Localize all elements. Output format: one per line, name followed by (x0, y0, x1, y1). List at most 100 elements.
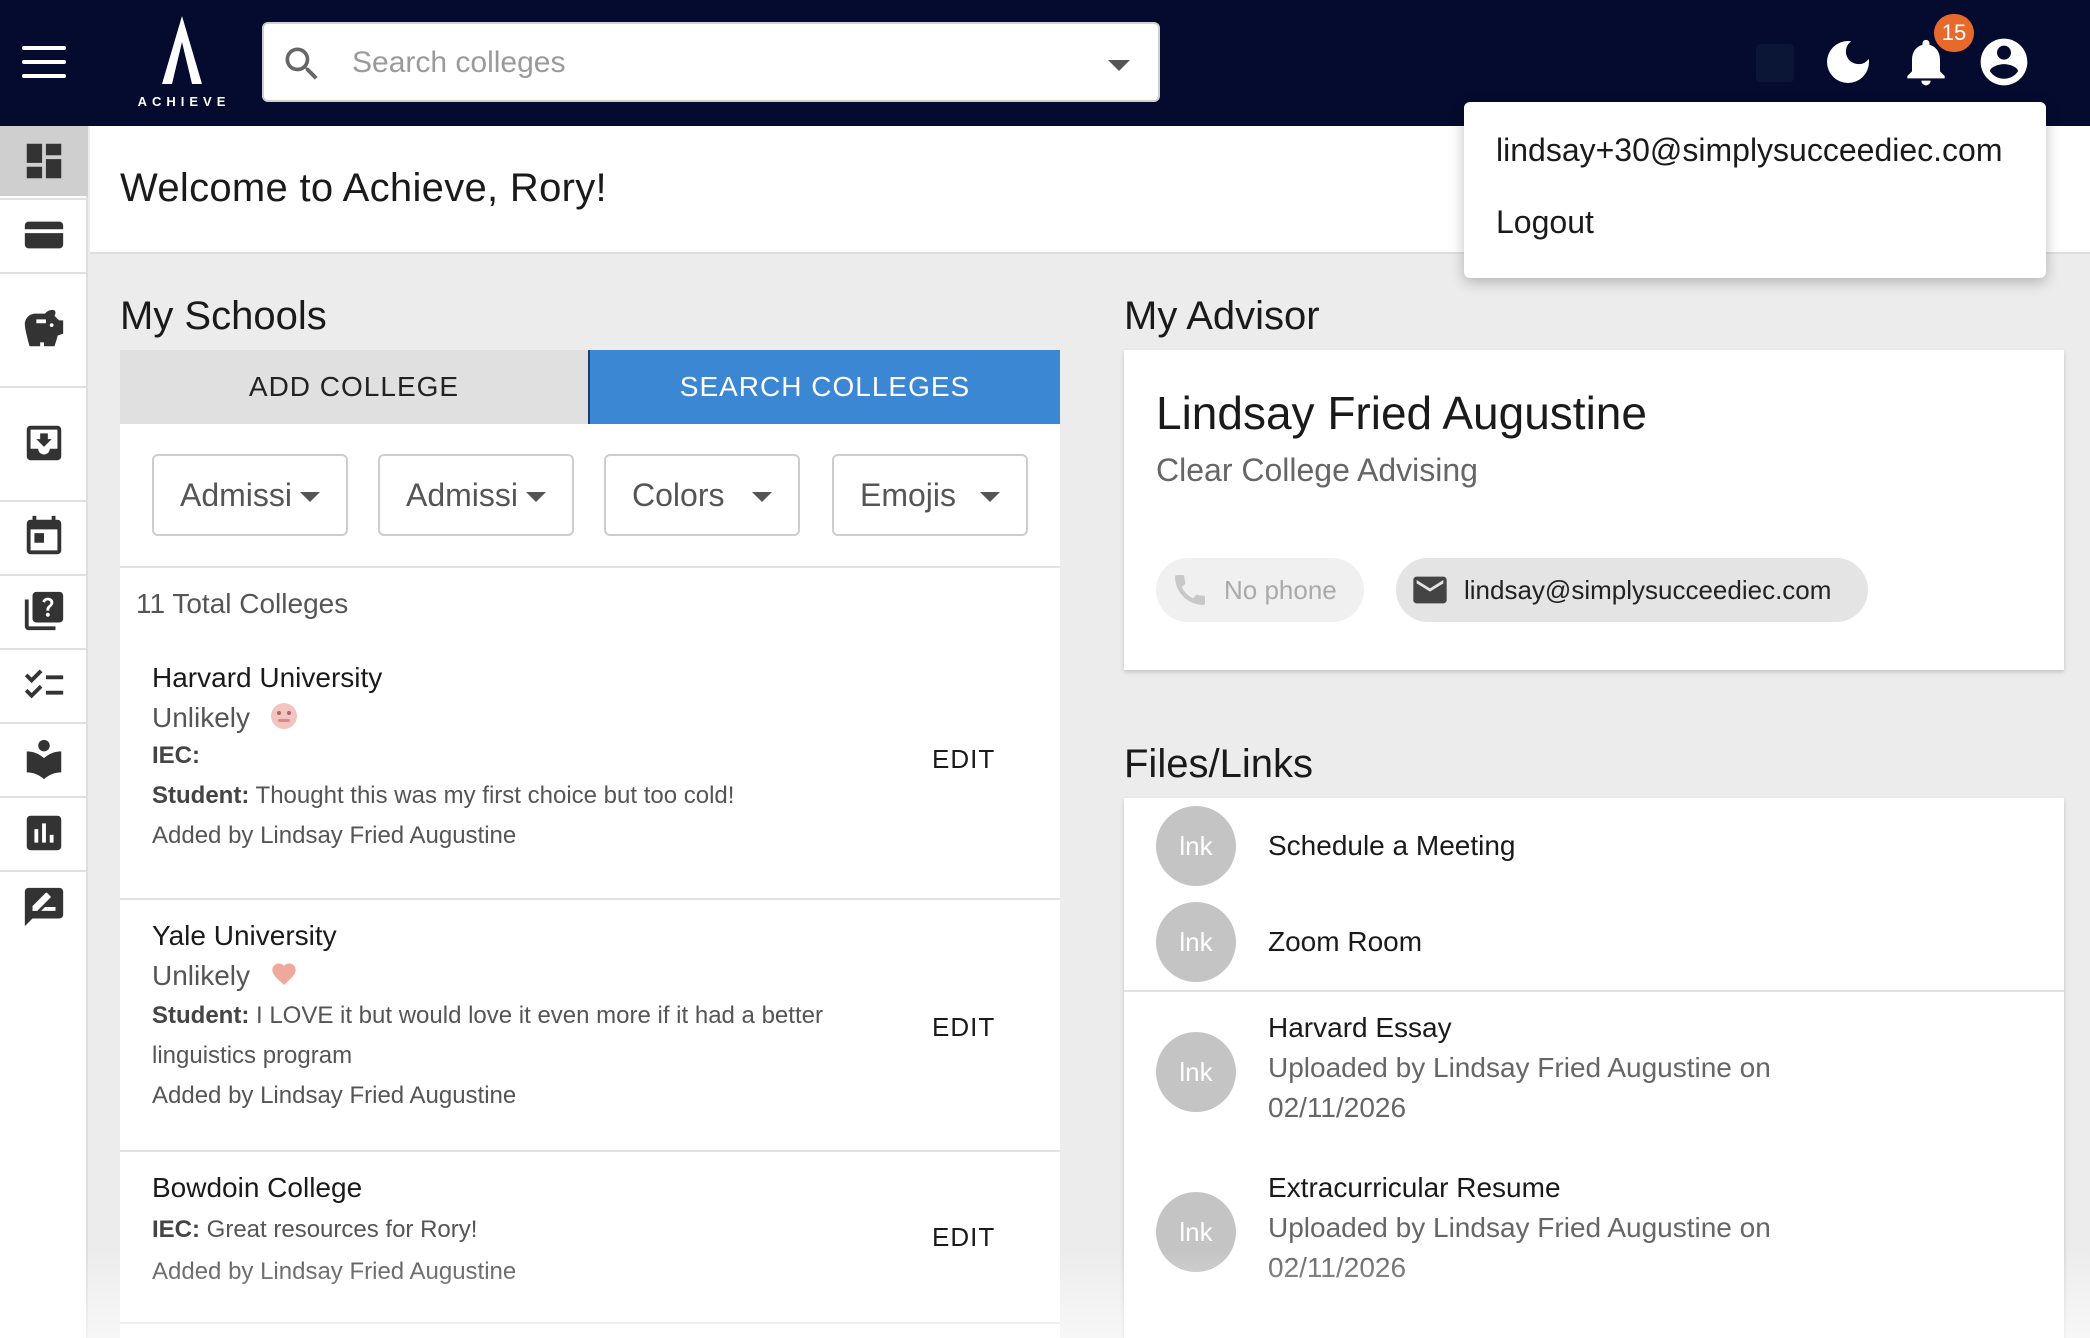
chevron-down-icon (752, 492, 772, 502)
college-name: Harvard University (152, 662, 383, 693)
edit-button[interactable]: EDIT (932, 744, 995, 775)
college-search[interactable] (262, 22, 1160, 102)
file-subtitle: Uploaded by Lindsay Fried Augustine on 0… (1268, 1212, 1771, 1283)
sidebar-item-checklist[interactable] (0, 650, 88, 720)
piggy-bank-icon (24, 309, 64, 347)
chevron-down-icon (300, 492, 320, 502)
wallet-icon (24, 221, 64, 249)
link-avatar: lnk (1156, 902, 1236, 982)
add-college-button[interactable]: ADD COLLEGE (120, 350, 588, 424)
checklist-icon (24, 669, 64, 699)
my-schools-card: ADD COLLEGE SEARCH COLLEGES Admissi Admi… (120, 350, 1060, 1338)
chevron-down-icon[interactable] (1108, 60, 1130, 71)
chevron-down-icon (526, 492, 546, 502)
calendar-icon (26, 515, 62, 555)
link-item-schedule-meeting[interactable]: lnk Schedule a Meeting (1124, 806, 2064, 886)
added-by: Added by Lindsay Fried Augustine (152, 1258, 517, 1285)
email-chip[interactable]: lindsay@simplysucceediec.com (1396, 558, 1868, 622)
link-item-zoom-room[interactable]: lnk Zoom Room (1124, 902, 2064, 982)
filter-label: Colors (632, 477, 725, 513)
sidebar-item-reading[interactable] (0, 724, 88, 794)
account-icon[interactable] (1976, 34, 2032, 90)
sidebar (0, 126, 88, 1338)
menu-icon[interactable] (22, 46, 66, 78)
file-item-harvard-essay[interactable]: lnk Harvard Essay Uploaded by Lindsay Fr… (1124, 1012, 2064, 1152)
total-colleges: 11 Total Colleges (136, 588, 349, 619)
emojis-filter[interactable]: Emojis (832, 454, 1028, 536)
admission-filter-2[interactable]: Admissi (378, 454, 574, 536)
colors-filter[interactable]: Colors (604, 454, 800, 536)
page-title: Welcome to Achieve, Rory! (120, 166, 607, 210)
advisor-organization: Clear College Advising (1156, 452, 1478, 488)
iec-label: IEC: (152, 1216, 200, 1243)
user-email-item[interactable]: lindsay+30@simplysucceediec.com (1496, 132, 2002, 169)
student-note: Student: Thought this was my first choic… (152, 776, 912, 816)
college-item-yale: Yale University Unlikely Student: I LOVE… (120, 902, 1060, 1152)
file-item-extracurricular-resume[interactable]: lnk Extracurricular Resume Uploaded by L… (1124, 1172, 2064, 1312)
college-name: Yale University (152, 920, 337, 951)
notification-badge: 15 (1934, 14, 1974, 52)
phone-icon (1175, 575, 1205, 605)
sidebar-item-feedback[interactable] (0, 872, 88, 942)
student-note: Student: I LOVE it but would love it eve… (152, 996, 912, 1076)
dark-mode-icon[interactable] (1820, 34, 1876, 90)
question-library-icon (24, 591, 64, 631)
logout-item[interactable]: Logout (1496, 204, 1594, 241)
sidebar-item-savings[interactable] (0, 294, 88, 364)
file-title: Extracurricular Resume (1268, 1172, 1561, 1203)
iec-note: IEC: (152, 736, 912, 776)
file-avatar: lnk (1156, 1032, 1236, 1112)
my-advisor-title: My Advisor (1124, 294, 1320, 338)
sidebar-item-calendar[interactable] (0, 502, 88, 572)
edit-button[interactable]: EDIT (932, 1012, 995, 1043)
file-avatar: lnk (1156, 1192, 1236, 1272)
email-icon (1413, 576, 1447, 604)
heart-icon (272, 963, 296, 985)
student-label: Student: (152, 1002, 250, 1029)
bar-chart-icon (26, 815, 62, 851)
sidebar-item-reports[interactable] (0, 798, 88, 868)
added-by: Added by Lindsay Fried Augustine (152, 822, 517, 849)
college-name: Bowdoin College (152, 1172, 363, 1203)
edit-button[interactable]: EDIT (932, 1222, 995, 1253)
added-by: Added by Lindsay Fried Augustine (152, 1082, 517, 1109)
advisor-name: Lindsay Fried Augustine (1156, 387, 1647, 439)
rate-review-icon (24, 887, 64, 927)
files-links-title: Files/Links (1124, 742, 1313, 786)
link-avatar: lnk (1156, 806, 1236, 886)
link-title: Zoom Room (1268, 926, 1423, 957)
cold-face-icon (271, 703, 297, 729)
search-colleges-button[interactable]: SEARCH COLLEGES (590, 350, 1060, 424)
iec-label: IEC: (152, 742, 200, 769)
chevron-down-icon (980, 492, 1000, 502)
toolbar-square (1756, 44, 1794, 82)
filter-label: Admissi (180, 477, 293, 513)
sidebar-item-wallet[interactable] (0, 200, 88, 270)
college-item-harvard: Harvard University Unlikely IEC: Student… (120, 640, 1060, 900)
reader-icon (26, 739, 62, 780)
dashboard-icon (26, 143, 62, 179)
inbox-icon (26, 425, 62, 461)
sidebar-item-inbox[interactable] (0, 408, 88, 478)
email-text: lindsay@simplysucceediec.com (1464, 574, 1832, 605)
admission-status: Unlikely (152, 702, 251, 733)
student-text: Thought this was my first choice but too… (249, 782, 735, 809)
phone-text: No phone (1224, 574, 1337, 605)
link-title: Schedule a Meeting (1268, 830, 1516, 861)
files-links-card: lnk Schedule a Meeting lnk Zoom Room lnk… (1124, 798, 2064, 1338)
my-schools-title: My Schools (120, 294, 327, 338)
admission-status: Unlikely (152, 960, 251, 991)
sidebar-item-dashboard[interactable] (0, 126, 88, 196)
student-label: Student: (152, 782, 250, 809)
sidebar-item-questions[interactable] (0, 576, 88, 646)
filter-bar: Admissi Admissi Colors Emojis (120, 424, 1060, 568)
advisor-card: Lindsay Fried Augustine Clear College Ad… (1124, 350, 2064, 670)
search-input[interactable] (352, 40, 1052, 86)
iec-text: Great resources for Rory! (200, 1216, 478, 1243)
file-subtitle: Uploaded by Lindsay Fried Augustine on 0… (1268, 1052, 1771, 1123)
iec-note: IEC: Great resources for Rory! (152, 1210, 912, 1250)
student-text: I LOVE it but would love it even more if… (152, 1002, 823, 1069)
filter-label: Admissi (406, 477, 519, 513)
admission-filter-1[interactable]: Admissi (152, 454, 348, 536)
college-item-bowdoin: Bowdoin College IEC: Great resources for… (120, 1154, 1060, 1324)
